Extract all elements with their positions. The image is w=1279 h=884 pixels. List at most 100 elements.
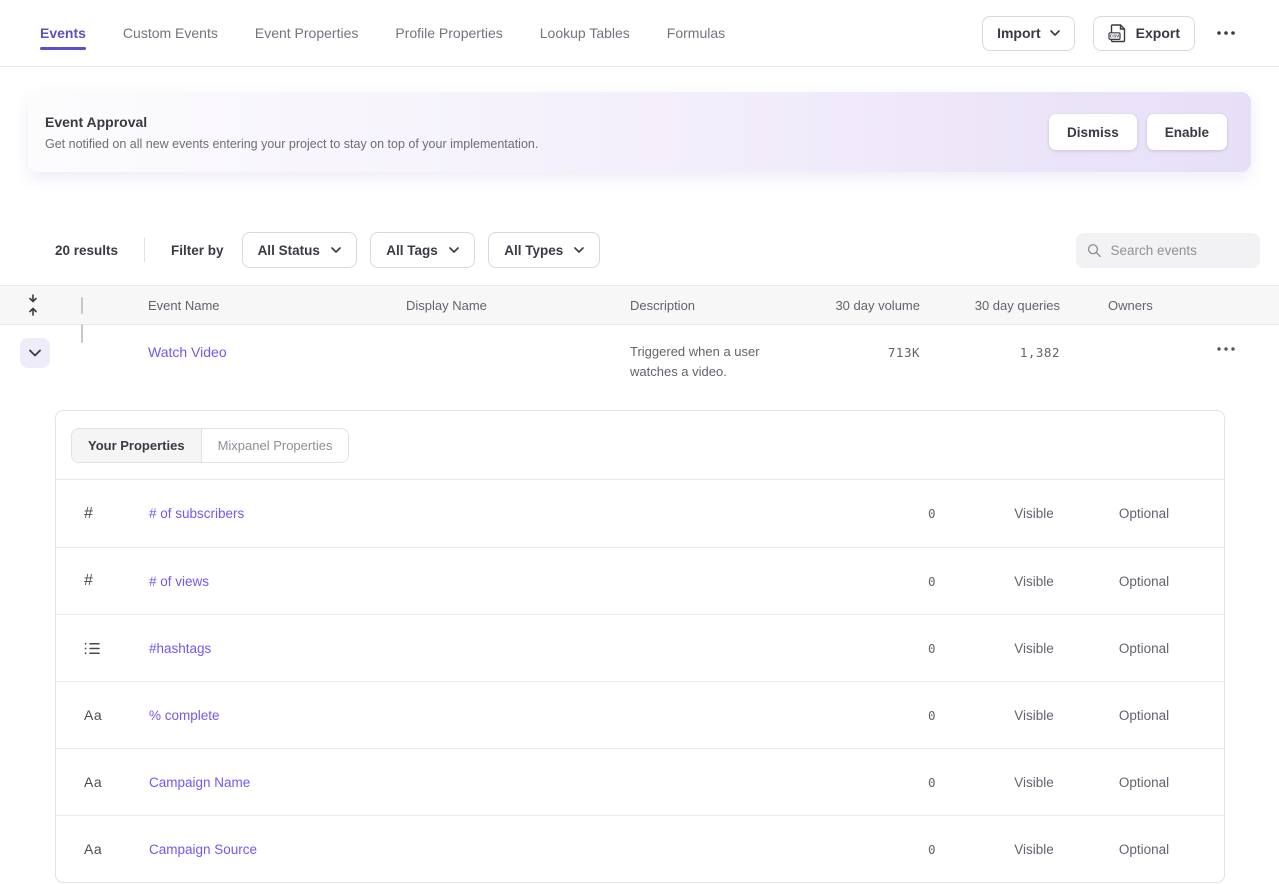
filter-dropdown-label: All Types — [504, 243, 563, 258]
description-cell: Triggered when a user watches a video. — [630, 342, 782, 382]
property-visibility[interactable]: Visible — [1014, 708, 1054, 723]
event-properties-panel: Your Properties Mixpanel Properties # # … — [55, 410, 1225, 883]
panel-tab-mixpanel-properties[interactable]: Mixpanel Properties — [202, 429, 349, 462]
property-requirement[interactable]: Optional — [1119, 842, 1169, 857]
search-icon — [1087, 242, 1102, 259]
events-table-header: Event Name Display Name Description 30 d… — [0, 285, 1279, 325]
properties-list: # # of subscribers 0 Visible Optional # … — [56, 480, 1224, 882]
tab-profile-properties[interactable]: Profile Properties — [395, 0, 502, 66]
property-count: 0 — [928, 775, 974, 790]
property-row-campaign-name: Aa Campaign Name 0 Visible Optional — [56, 748, 1224, 815]
property-count: 0 — [928, 506, 974, 521]
list-icon — [84, 642, 100, 655]
tab-event-properties[interactable]: Event Properties — [255, 0, 359, 66]
filter-dropdown-label: All Status — [258, 243, 320, 258]
property-count: 0 — [928, 842, 974, 857]
property-name-link[interactable]: Campaign Name — [116, 775, 250, 790]
chevron-down-icon — [29, 349, 41, 357]
tab-lookup-tables[interactable]: Lookup Tables — [540, 0, 630, 66]
property-type-cell: Aa — [56, 707, 116, 723]
nav-tab-label: Event Properties — [255, 25, 359, 41]
nav-tab-label: Formulas — [667, 25, 725, 41]
export-button[interactable]: CSV Export — [1093, 16, 1195, 51]
row-more-options-button[interactable] — [1211, 341, 1241, 357]
ellipsis-icon — [1217, 347, 1235, 351]
event-row-watch-video: Watch Video Triggered when a user watche… — [0, 325, 1279, 401]
property-name-link[interactable]: % complete — [116, 708, 220, 723]
column-header-volume: 30 day volume — [835, 298, 920, 313]
text-icon: Aa — [84, 774, 102, 790]
property-type-cell: # — [56, 572, 116, 590]
collapse-all-button[interactable] — [0, 294, 60, 316]
property-name-link[interactable]: # of subscribers — [116, 506, 244, 521]
banner-actions: Dismiss Enable — [1049, 114, 1227, 150]
properties-tab-label: Mixpanel Properties — [218, 438, 333, 453]
import-button-label: Import — [997, 25, 1041, 41]
queries-cell: 1,382 — [1020, 345, 1060, 360]
property-row-complete: Aa % complete 0 Visible Optional — [56, 681, 1224, 748]
search-box[interactable] — [1076, 233, 1260, 268]
property-row-of-views: # # of views 0 Visible Optional — [56, 547, 1224, 614]
collapse-row-button[interactable] — [20, 338, 50, 368]
column-header-event-name: Event Name — [148, 298, 406, 313]
property-visibility[interactable]: Visible — [1014, 775, 1054, 790]
property-visibility[interactable]: Visible — [1014, 641, 1054, 656]
import-button[interactable]: Import — [982, 16, 1075, 51]
panel-tab-your-properties[interactable]: Your Properties — [72, 429, 202, 462]
property-visibility[interactable]: Visible — [1014, 574, 1054, 589]
enable-button[interactable]: Enable — [1147, 114, 1227, 150]
chevron-down-icon — [574, 247, 584, 253]
select-all-checkbox[interactable] — [81, 297, 83, 314]
property-type-cell — [56, 642, 116, 655]
svg-text:CSV: CSV — [1109, 34, 1119, 39]
tab-events[interactable]: Events — [40, 0, 86, 66]
property-type-cell: Aa — [56, 774, 116, 790]
property-requirement[interactable]: Optional — [1119, 506, 1169, 521]
property-row-hashtags: #hashtags 0 Visible Optional — [56, 614, 1224, 681]
export-button-label: Export — [1136, 25, 1180, 41]
banner-description: Get notified on all new events entering … — [45, 137, 538, 151]
tab-custom-events[interactable]: Custom Events — [123, 0, 218, 66]
volume-cell: 713K — [888, 345, 920, 360]
filter-dropdown-all-types[interactable]: All Types — [488, 232, 600, 268]
row-checkbox[interactable] — [81, 324, 83, 343]
properties-tab-group: Your Properties Mixpanel Properties — [71, 428, 349, 463]
topnav-actions: Import CSV Export — [982, 16, 1239, 51]
csv-file-icon: CSV — [1108, 23, 1127, 43]
property-count: 0 — [928, 708, 974, 723]
events-table-body: Watch Video Triggered when a user watche… — [0, 325, 1279, 401]
property-row-of-subscribers: # # of subscribers 0 Visible Optional — [56, 480, 1224, 547]
banner-text: Event Approval Get notified on all new e… — [45, 114, 538, 151]
property-requirement[interactable]: Optional — [1119, 574, 1169, 589]
banner-title: Event Approval — [45, 114, 538, 130]
dismiss-button[interactable]: Dismiss — [1049, 114, 1137, 150]
property-requirement[interactable]: Optional — [1119, 708, 1169, 723]
search-input[interactable] — [1111, 243, 1249, 258]
column-header-owners: Owners — [1060, 298, 1190, 313]
more-options-button[interactable] — [1213, 26, 1239, 40]
filter-dropdowns: All Status All Tags All Types — [242, 232, 610, 268]
results-count: 20 results — [55, 243, 118, 258]
filter-dropdown-all-tags[interactable]: All Tags — [370, 232, 475, 268]
tab-formulas[interactable]: Formulas — [667, 0, 725, 66]
filter-dropdown-label: All Tags — [386, 243, 438, 258]
property-visibility[interactable]: Visible — [1014, 506, 1054, 521]
event-name-link[interactable]: Watch Video — [148, 344, 227, 360]
filter-by-label: Filter by — [171, 243, 224, 258]
property-name-link[interactable]: #hashtags — [116, 641, 211, 656]
column-header-queries: 30 day queries — [975, 298, 1060, 313]
property-requirement[interactable]: Optional — [1119, 641, 1169, 656]
chevron-down-icon — [1050, 30, 1060, 36]
property-count: 0 — [928, 574, 974, 589]
property-name-link[interactable]: Campaign Source — [116, 842, 257, 857]
column-header-display-name: Display Name — [406, 298, 630, 313]
text-icon: Aa — [84, 707, 102, 723]
nav-tab-label: Lookup Tables — [540, 25, 630, 41]
number-icon: # — [84, 505, 93, 523]
filter-dropdown-all-status[interactable]: All Status — [242, 232, 357, 268]
property-visibility[interactable]: Visible — [1014, 842, 1054, 857]
property-name-link[interactable]: # of views — [116, 574, 209, 589]
number-icon: # — [84, 572, 93, 590]
property-requirement[interactable]: Optional — [1119, 775, 1169, 790]
property-count: 0 — [928, 641, 974, 656]
